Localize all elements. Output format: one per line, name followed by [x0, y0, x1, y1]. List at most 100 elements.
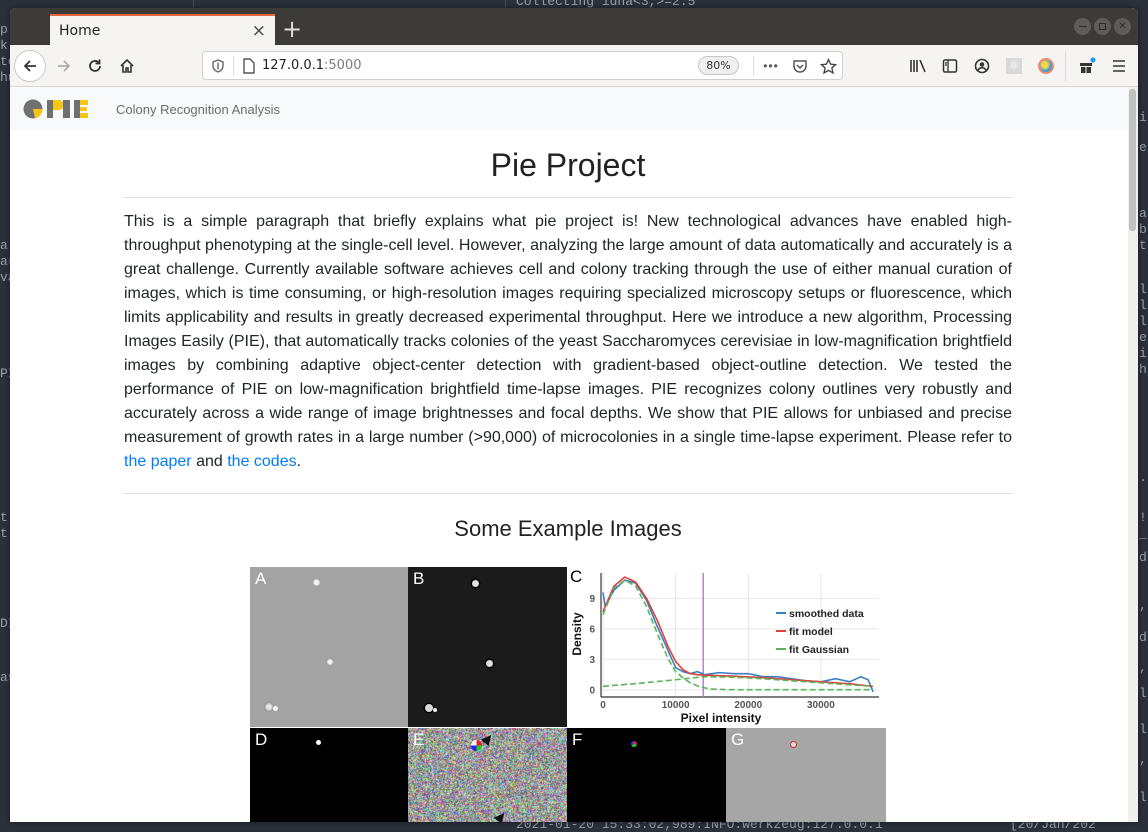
navigation-toolbar: 127.0.0.1:5000 80% ••• ⚛ — [10, 45, 1138, 87]
panel-label-f: F — [572, 730, 583, 749]
terminal-fragment: l — [1139, 686, 1147, 701]
y-tick-label: 3 — [589, 655, 595, 666]
terminal-fragment: e. — [1139, 140, 1148, 155]
close-window-button[interactable]: ✕ — [1114, 18, 1131, 35]
star-icon — [819, 57, 837, 74]
example-figure: A B C 0 10000 20000 30000 0 3 6 9 Pixel intensit… — [250, 567, 886, 822]
pocket-button[interactable] — [790, 56, 810, 76]
library-button[interactable] — [907, 55, 929, 77]
page-title: Pie Project — [490, 147, 646, 183]
panel-label-g: G — [731, 730, 745, 749]
x-tick-label: 20000 — [734, 700, 762, 711]
account-icon — [974, 58, 990, 74]
x-tick-label: 0 — [600, 700, 606, 711]
react-devtools-extension[interactable]: ⚛ — [1003, 55, 1025, 77]
forward-button[interactable] — [50, 52, 78, 80]
new-tab-button[interactable]: + — [282, 15, 302, 43]
section-divider — [124, 493, 1012, 494]
terminal-fragment: t — [1139, 238, 1147, 253]
panel-b-processed: B — [408, 567, 567, 727]
toolbar-separator — [1065, 51, 1066, 81]
browser-window: Home × + ✕ 127.0.0.1:5000 80% ••• ⚛ Colo… — [10, 8, 1138, 822]
home-button[interactable] — [113, 52, 141, 80]
end-period: . — [296, 453, 302, 470]
examples-heading: Some Example Images — [454, 516, 682, 541]
pie-chart-logo-icon — [23, 99, 43, 119]
whats-new-button[interactable] — [1076, 55, 1098, 77]
terminal-fragment: d — [1139, 630, 1147, 645]
browser-titlebar: Home × + ✕ — [10, 8, 1138, 45]
back-button[interactable] — [14, 50, 46, 82]
arrow-left-icon — [23, 60, 36, 72]
account-button[interactable] — [971, 55, 993, 77]
menu-button[interactable] — [1108, 55, 1130, 77]
close-icon: ✕ — [1118, 20, 1127, 32]
y-tick-label: 9 — [589, 594, 595, 605]
brand-subtitle: Colony Recognition Analysis — [116, 101, 281, 117]
react-atom-icon: ⚛ — [1006, 58, 1022, 74]
page-icon[interactable] — [242, 58, 256, 74]
globe-extension[interactable] — [1035, 55, 1057, 77]
terminal-fragment: , — [1139, 598, 1147, 613]
terminal-fragment: , — [1139, 660, 1147, 675]
panel-d-mask: D — [250, 728, 408, 822]
gift-icon — [1080, 57, 1096, 73]
pie-logo[interactable] — [23, 99, 97, 119]
colony-dot — [312, 578, 321, 587]
terminal-fragment: _ — [1139, 526, 1147, 541]
url-separator — [233, 56, 234, 76]
url-bar[interactable]: 127.0.0.1:5000 80% ••• — [202, 51, 843, 80]
panel-f-centers: F — [567, 728, 726, 822]
tab-home[interactable]: Home × — [50, 14, 275, 45]
page-actions-button[interactable]: ••• — [761, 56, 781, 76]
minimize-button[interactable] — [1074, 18, 1091, 35]
sidebar-toggle-button[interactable] — [939, 55, 961, 77]
x-tick-label: 30000 — [807, 700, 835, 711]
panel-c-density-chart: C 0 10000 20000 30000 0 3 6 9 Pixel intensity Den… — [567, 567, 886, 727]
url-text[interactable]: 127.0.0.1:5000 — [262, 58, 362, 73]
terminal-fragment: i. — [1139, 346, 1148, 361]
terminal-fragment: p — [0, 22, 8, 37]
tab-close-icon[interactable]: × — [252, 21, 266, 41]
bookmark-star-button[interactable] — [818, 56, 838, 76]
panel-g-outline: G — [726, 728, 886, 822]
colony-dot — [471, 740, 482, 751]
globe-icon — [1038, 58, 1054, 74]
y-axis-label: Density — [570, 612, 584, 656]
arrow-right-icon — [58, 60, 71, 72]
terminal-fragment: l — [1139, 298, 1147, 313]
maximize-button[interactable] — [1094, 18, 1111, 35]
panel-a-brightfield: A — [250, 567, 408, 727]
home-icon — [120, 58, 134, 73]
paper-link[interactable]: the paper — [124, 453, 192, 470]
page-scrollbar[interactable] — [1128, 87, 1138, 822]
panel-label-d: D — [255, 730, 268, 749]
brand-letters — [47, 99, 97, 119]
colony-dot — [631, 741, 637, 747]
colony-dot — [425, 704, 433, 712]
terminal-fragment: h — [1139, 362, 1147, 377]
site-navbar: Colony Recognition Analysis — [10, 87, 1138, 131]
reload-button[interactable] — [81, 52, 109, 80]
shield-icon[interactable] — [211, 59, 225, 73]
tab-title: Home — [59, 22, 101, 39]
codes-link[interactable]: the codes — [227, 453, 296, 470]
colony-dot — [472, 580, 479, 587]
zoom-level-badge[interactable]: 80% — [698, 56, 739, 75]
colony-dot — [273, 706, 278, 711]
scrollbar-thumb[interactable] — [1129, 89, 1136, 231]
terminal-fragment: l — [1139, 314, 1147, 329]
colony-dot — [326, 658, 334, 666]
panel-label-c: C — [570, 567, 583, 586]
url-port: :5000 — [324, 58, 362, 73]
title-divider — [124, 197, 1012, 198]
intro-paragraph: This is a simple paragraph that briefly … — [124, 210, 1012, 474]
x-axis-label: Pixel intensity — [681, 711, 762, 725]
density-chart: 0 10000 20000 30000 0 3 6 9 Pixel intensity Densi… — [570, 573, 879, 725]
y-tick-label: 0 — [589, 685, 595, 696]
library-icon — [910, 59, 926, 73]
x-tick-label: 10000 — [662, 700, 690, 711]
terminal-fragment: , — [1139, 752, 1147, 767]
terminal-fragment: l — [1139, 790, 1147, 805]
panel-e-gradient-noise: E — [408, 728, 567, 822]
